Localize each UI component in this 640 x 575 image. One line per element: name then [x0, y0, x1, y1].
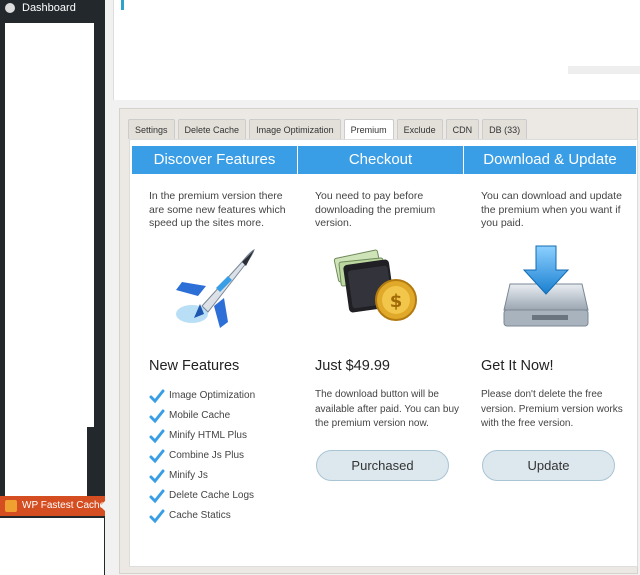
feature-list: Image Optimization Mobile Cache Minify H… — [149, 386, 255, 526]
wpfc-icon — [5, 500, 17, 512]
checkout-note: The download button will be available af… — [315, 389, 459, 429]
checkout-column: Checkout You need to pay before download… — [298, 146, 463, 566]
wallet-coin-icon: $ — [298, 226, 463, 336]
list-item: Mobile Cache — [149, 406, 255, 426]
checkmark-icon — [149, 509, 165, 524]
premium-tab-content: Discover Features In the premium version… — [129, 139, 638, 567]
checkout-header: Checkout — [298, 146, 463, 174]
tab-settings[interactable]: Settings — [128, 119, 175, 139]
sidebar-item-label: Dashboard — [22, 2, 76, 14]
top-notice-box — [113, 0, 640, 100]
admin-sidebar: Dashboard WP Fastest Cache — [0, 0, 106, 575]
rocket-icon — [132, 226, 297, 336]
sidebar-overlay-panel — [5, 23, 94, 427]
sidebar-item-dashboard[interactable]: Dashboard — [0, 0, 105, 16]
checkmark-icon — [149, 469, 165, 484]
tab-premium[interactable]: Premium — [343, 119, 394, 139]
list-item: Minify Js — [149, 466, 255, 486]
checkmark-icon — [149, 449, 165, 464]
download-note: Please don't delete the free version. Pr… — [481, 389, 623, 429]
update-button[interactable]: Update — [482, 450, 615, 481]
current-menu-arrow — [100, 500, 106, 512]
notice-accent — [121, 0, 124, 10]
list-item: Image Optimization — [149, 386, 255, 406]
features-description: In the premium version there are some ne… — [149, 190, 286, 229]
download-header: Download & Update — [464, 146, 636, 174]
sidebar-item-wp-fastest-cache[interactable]: WP Fastest Cache — [0, 496, 105, 516]
dashboard-icon — [5, 3, 15, 13]
tab-exclude[interactable]: Exclude — [396, 119, 443, 139]
sidebar-overlay-strip — [5, 427, 87, 497]
list-item: Combine Js Plus — [149, 446, 255, 466]
price-title: Just $49.99 — [315, 358, 390, 374]
features-title: New Features — [149, 358, 240, 374]
tab-cdn[interactable]: CDN — [445, 119, 480, 139]
svg-text:$: $ — [390, 291, 403, 312]
checkmark-icon — [149, 429, 165, 444]
sidebar-item-label: WP Fastest Cache — [22, 500, 106, 511]
notice-divider — [568, 66, 640, 74]
checkmark-icon — [149, 489, 165, 504]
get-it-title: Get It Now! — [481, 358, 554, 374]
settings-panel: Settings Delete Cache Image Optimization… — [119, 108, 638, 574]
list-item: Minify HTML Plus — [149, 426, 255, 446]
tab-bar: Settings Delete Cache Image Optimization… — [128, 119, 530, 139]
download-drive-icon — [464, 226, 629, 336]
features-column: Discover Features In the premium version… — [132, 146, 297, 566]
page: Dashboard WP Fastest Cache Settings Dele… — [0, 0, 640, 575]
download-description: You can download and update the premium … — [481, 190, 622, 229]
list-item: Cache Statics — [149, 506, 255, 526]
features-header: Discover Features — [132, 146, 297, 174]
tab-db[interactable]: DB (33) — [482, 119, 528, 139]
checkmark-icon — [149, 389, 165, 404]
tab-image-optimization[interactable]: Image Optimization — [249, 119, 341, 139]
sidebar-bottom-panel — [0, 516, 104, 575]
purchased-button[interactable]: Purchased — [316, 450, 449, 481]
tab-delete-cache[interactable]: Delete Cache — [177, 119, 247, 139]
checkmark-icon — [149, 409, 165, 424]
checkout-description: You need to pay before downloading the p… — [315, 190, 436, 229]
list-item: Delete Cache Logs — [149, 486, 255, 506]
download-column: Download & Update You can download and u… — [464, 146, 636, 566]
